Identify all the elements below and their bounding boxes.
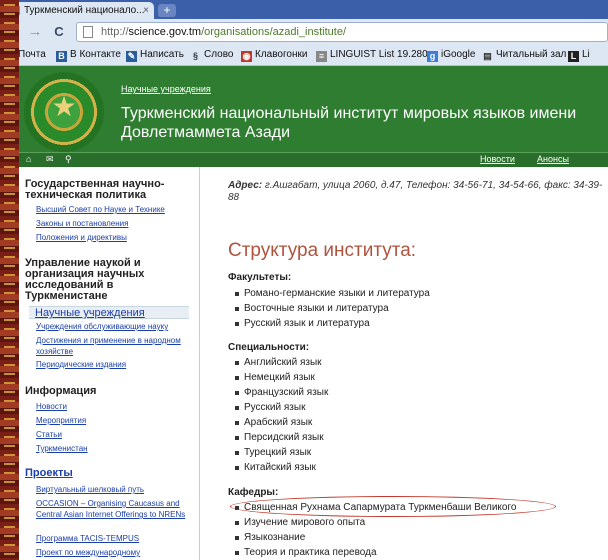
list-item: Русский язык и литература [235,318,370,329]
bookmark-li[interactable]: L Li [568,48,590,62]
list-item: Восточные языки и литература [235,303,389,314]
sidebar-link[interactable]: Программа TACIS-TEMPUS [36,533,139,544]
browser-toolbar: ← → C http://science.gov.tm/organisation… [0,19,608,45]
google-icon: g [427,51,438,62]
bookmark-label: Читальный зал [496,49,567,60]
sidebar-section-title: Управление наукой и организация научных … [25,257,145,302]
list-item: Персидский язык [235,432,324,443]
list-item: Изучение мирового опыта [234,517,366,528]
list-item: Английский язык [235,357,322,368]
bookmark-label: Написать [140,49,184,60]
sidebar-link[interactable]: Периодические издания [36,359,126,370]
breadcrumb[interactable]: Научные учреждения [121,84,211,94]
car-icon: ◉ [241,51,252,62]
tab-title: Туркменский национало... [24,5,145,16]
list-item: Французский язык [234,387,329,398]
bookmark-linguist[interactable]: ≡ LINGUIST List 19.280... [316,48,436,62]
bookmark-label: Почта [18,49,46,60]
address-label: Адрес: [228,180,263,191]
sidebar-link[interactable]: Статьи [36,429,62,440]
sidebar-section-title: Информация [25,385,97,397]
url-host: science.gov.tm [128,26,202,38]
sidebar-link[interactable]: Положения и директивы [36,232,127,243]
close-tab-icon[interactable]: × [143,2,149,19]
sidebar-link[interactable]: Туркменистан [36,443,88,454]
list-item: Турецкий язык [234,447,312,458]
departments-heading: Кафедры: [228,487,279,498]
star-icon: ★ [51,91,77,122]
sidebar-link[interactable]: Учреждения обслуживающие науку [36,321,168,332]
sidebar-link[interactable]: Мероприятия [36,415,86,426]
tab-strip: Туркменский национало... × + [0,0,608,19]
bookmark-napisat[interactable]: ✎ Написать [126,48,184,62]
url-path: /organisations/azadi_institute/ [201,26,347,38]
hand-drawn-circle-annotation [230,496,556,517]
bookmarks-bar: MПочта BВ Контакте ✎Написать §Слово ◉Кла… [0,45,608,66]
li-icon: L [568,51,579,62]
bookmark-label: iGoogle [441,49,476,60]
sidebar-link[interactable]: Виртуальный шелковый путь [36,484,144,495]
address-bar[interactable]: http://science.gov.tm/organisations/azad… [76,22,608,42]
site-nav-strip: ⌂ ✉ ⚲ Новости Анонсы [19,152,608,167]
bookmark-label: LINGUIST List 19.280... [330,49,436,60]
sidebar-link[interactable]: Новости [36,401,67,412]
book-icon: ▤ [483,51,492,61]
bookmark-vkontakte[interactable]: BВ Контакте [56,48,121,62]
list-item: Русский язык [234,402,306,413]
address-value: г.Ашгабат, улица 2060, д.47, Телефон: 34… [228,180,603,203]
bookmark-label: Слово [204,49,234,60]
home-icon[interactable]: ⌂ [26,154,31,164]
search-icon[interactable]: ⚲ [65,154,72,165]
faculties-heading: Факультеты: [228,272,292,283]
bookmark-label: Клавогонки [255,49,308,60]
list-item: Теория и практика перевода [235,547,377,558]
content-title: Структура института: [228,240,417,261]
bookmark-label: Li [582,49,590,60]
mail-icon[interactable]: ✉ [46,154,54,165]
bookmark-label: В Контакте [70,49,121,60]
sidebar-link[interactable]: Проект по международному [36,547,140,558]
url-scheme: http:// [101,26,129,38]
list-item: Китайский язык [235,462,316,473]
nav-announcements-link[interactable]: Анонсы [537,154,569,164]
sidebar-link[interactable]: OCCASION – Organising Caucasus and Centr… [36,498,188,520]
list-item: Немецкий язык [235,372,315,383]
site-header: ★ Научные учреждения Туркменский национа… [0,66,608,156]
page-title: Туркменский национальный институт мировы… [121,105,577,141]
bookmark-slovo[interactable]: § Слово [190,48,234,62]
decorative-ornament-border [0,0,19,560]
sidebar-link[interactable]: Высший Совет по Науке и Технике [36,204,165,215]
sidebar-link[interactable]: Законы и постановления [36,218,128,229]
pen-icon: ✎ [126,51,137,62]
word-icon: § [192,51,198,61]
list-item: Арабский язык [234,417,313,428]
vk-icon: B [56,51,67,62]
reload-button[interactable]: C [50,23,68,41]
sidebar-item-active[interactable]: Научные учреждения [29,306,189,319]
sidebar-link[interactable]: Достижения и применение в народном хозяй… [36,335,186,357]
forward-button[interactable]: → [26,23,44,41]
bookmark-klavogonki[interactable]: ◉ Клавогонки [241,48,307,62]
sidebar: Государственная научно-техническая полит… [19,167,200,560]
address-line: Адрес: г.Ашгабат, улица 2060, д.47, Теле… [228,180,608,204]
page-icon [83,26,93,38]
bookmark-igoogle[interactable]: g iGoogle [427,48,475,62]
list-item: Романо-германские языки и литература [235,288,430,299]
sidebar-section-title[interactable]: Проекты [25,468,73,479]
browser-tab[interactable]: Туркменский национало... × [4,2,154,19]
list-item: Языкознание [234,532,306,543]
specialties-heading: Специальности: [228,342,310,353]
bookmark-chitalny-zal[interactable]: ▤ Читальный зал [482,48,566,62]
list-icon: ≡ [316,51,327,62]
nav-news-link[interactable]: Новости [480,154,515,164]
state-emblem-icon: ★ [24,72,104,152]
main-content: Адрес: г.Ашгабат, улица 2060, д.47, Теле… [200,167,608,560]
new-tab-button[interactable]: + [158,4,176,17]
sidebar-section-title: Государственная научно-техническая полит… [25,178,165,201]
